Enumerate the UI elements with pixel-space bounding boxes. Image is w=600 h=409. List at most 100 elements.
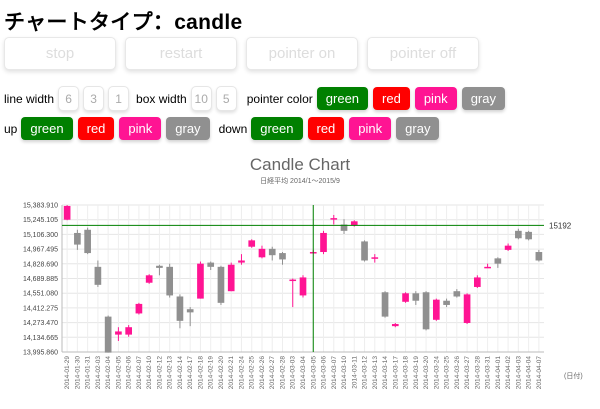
pointer-value-label: 15192 xyxy=(549,221,572,230)
x-tick-label: 2014-03-18 xyxy=(403,356,410,390)
candle-body xyxy=(74,232,81,245)
candle-body xyxy=(412,293,420,301)
candle-body xyxy=(371,257,379,259)
x-tick-label: 2014-03-11 xyxy=(351,356,358,389)
candle-body xyxy=(84,229,91,254)
candle-body xyxy=(299,277,307,296)
x-tick-label: 2014-03-17 xyxy=(392,356,399,390)
x-tick-label: 2014-02-25 xyxy=(249,356,256,390)
x-tick-label: 2014-04-02 xyxy=(505,356,512,390)
y-tick-label: 14,828.690 xyxy=(23,261,58,268)
x-tick-label: 2014-02-10 xyxy=(146,356,153,390)
candle-body xyxy=(217,266,225,303)
candle-body xyxy=(135,303,143,314)
x-tick-label: 2014-03-07 xyxy=(331,356,338,390)
x-tick-label: 2014-03-05 xyxy=(310,356,317,390)
x-tick-label: 2014-03-24 xyxy=(433,356,440,390)
x-tick-label: 2014-02-19 xyxy=(208,356,215,390)
x-tick-label: 2014-02-27 xyxy=(269,356,276,390)
y-tick-label: 13,995.860 xyxy=(23,350,58,357)
candle-body xyxy=(156,265,163,268)
x-tick-label: 2014-02-20 xyxy=(218,356,225,390)
candle-body xyxy=(289,279,297,282)
candle-body xyxy=(453,291,461,297)
candle-body xyxy=(391,324,399,327)
x-tick-label: 2014-02-28 xyxy=(279,356,286,390)
candle-body xyxy=(515,230,522,239)
candle-body xyxy=(484,266,491,269)
x-tick-label: 2014-03-25 xyxy=(444,356,451,390)
x-tick-label: 2014-02-04 xyxy=(105,356,112,390)
x-tick-label: 2014-01-30 xyxy=(74,356,81,390)
candle-body xyxy=(63,205,71,220)
x-tick-label: 2014-02-17 xyxy=(187,356,194,390)
x-tick-label: 2014-04-04 xyxy=(526,356,533,390)
candle-body xyxy=(248,240,256,247)
candle-body xyxy=(463,294,471,323)
candle-body xyxy=(381,292,389,317)
candle-body xyxy=(279,253,286,260)
candle-body xyxy=(443,300,450,305)
y-tick-label: 15,383.910 xyxy=(23,203,58,210)
y-tick-label: 14,134.665 xyxy=(23,335,58,342)
x-tick-label: 2014-02-14 xyxy=(177,356,184,390)
x-tick-label: 2014-02-05 xyxy=(115,356,122,390)
candle-body xyxy=(320,232,327,253)
x-tick-label: 2014-02-26 xyxy=(259,356,266,390)
candle-chart[interactable]: 15,383.910 15,245.105 15,106.300 14,967.495… xyxy=(0,0,600,409)
candle-body xyxy=(238,260,245,263)
candle-body xyxy=(361,241,368,261)
x-tick-label: 2014-04-01 xyxy=(495,356,502,390)
x-tick-label: 2014-02-13 xyxy=(167,356,174,390)
x-tick-label: 2014-02-06 xyxy=(126,356,133,390)
x-tick-label: 2014-03-20 xyxy=(423,356,430,390)
x-tick-label: 2014-01-31 xyxy=(85,356,92,390)
candle-body xyxy=(330,218,338,220)
candle-body xyxy=(258,248,266,258)
x-tick-label: 2014-04-07 xyxy=(536,356,543,390)
candle-body xyxy=(125,327,132,335)
x-tick-label: 2014-03-27 xyxy=(464,356,471,390)
x-tick-label: 2014-03-13 xyxy=(372,356,379,390)
x-tick-label: 2014-02-24 xyxy=(238,356,245,390)
y-tick-label: 14,967.495 xyxy=(23,247,58,254)
candle-body xyxy=(268,248,276,256)
x-tick-label: 2014-02-18 xyxy=(197,356,204,390)
y-tick-label: 14,689.885 xyxy=(23,276,58,283)
y-tick-label: 14,551.080 xyxy=(23,291,58,298)
x-tick-label: 2014-03-19 xyxy=(413,356,420,390)
candle-body xyxy=(197,263,204,299)
candle-body xyxy=(115,331,122,335)
x-tick-label: 2014-03-12 xyxy=(362,356,369,390)
x-tick-label: 2014-03-28 xyxy=(474,356,481,390)
candle-body xyxy=(535,252,543,261)
candle-body xyxy=(145,275,153,283)
x-tick-label: 2014-03-26 xyxy=(454,356,461,390)
y-tick-label: 15,245.105 xyxy=(23,217,58,224)
candle-body xyxy=(104,316,112,353)
candle-body xyxy=(494,258,502,264)
x-tick-label: 2014-03-04 xyxy=(300,356,307,390)
candle-body xyxy=(504,245,512,250)
y-tick-label: 14,273.470 xyxy=(23,320,58,327)
candle-body xyxy=(432,299,440,320)
candle-body xyxy=(474,277,481,287)
candle-body xyxy=(227,264,235,292)
x-tick-label: 2014-01-29 xyxy=(64,356,71,390)
y-tick-label: 15,106.300 xyxy=(23,232,58,239)
candle-body xyxy=(402,293,409,302)
candle-body xyxy=(94,266,102,285)
x-tick-label: 2014-03-06 xyxy=(321,356,328,390)
candle-body xyxy=(525,231,532,240)
x-tick-label: 2014-04-03 xyxy=(515,356,522,390)
x-tick-label: 2014-02-12 xyxy=(156,356,163,390)
candle-body xyxy=(166,266,174,296)
x-tick-label: 2014-03-03 xyxy=(290,356,297,390)
x-tick-label: 2014-02-21 xyxy=(228,356,235,390)
candle-body xyxy=(207,262,215,267)
x-tick-label: 2014-02-07 xyxy=(136,356,143,390)
x-tick-label: 2014-03-14 xyxy=(382,356,389,390)
x-tick-label: 2014-03-31 xyxy=(485,356,492,390)
candle-body xyxy=(422,292,430,330)
x-tick-label: 2014-03-10 xyxy=(341,356,348,390)
